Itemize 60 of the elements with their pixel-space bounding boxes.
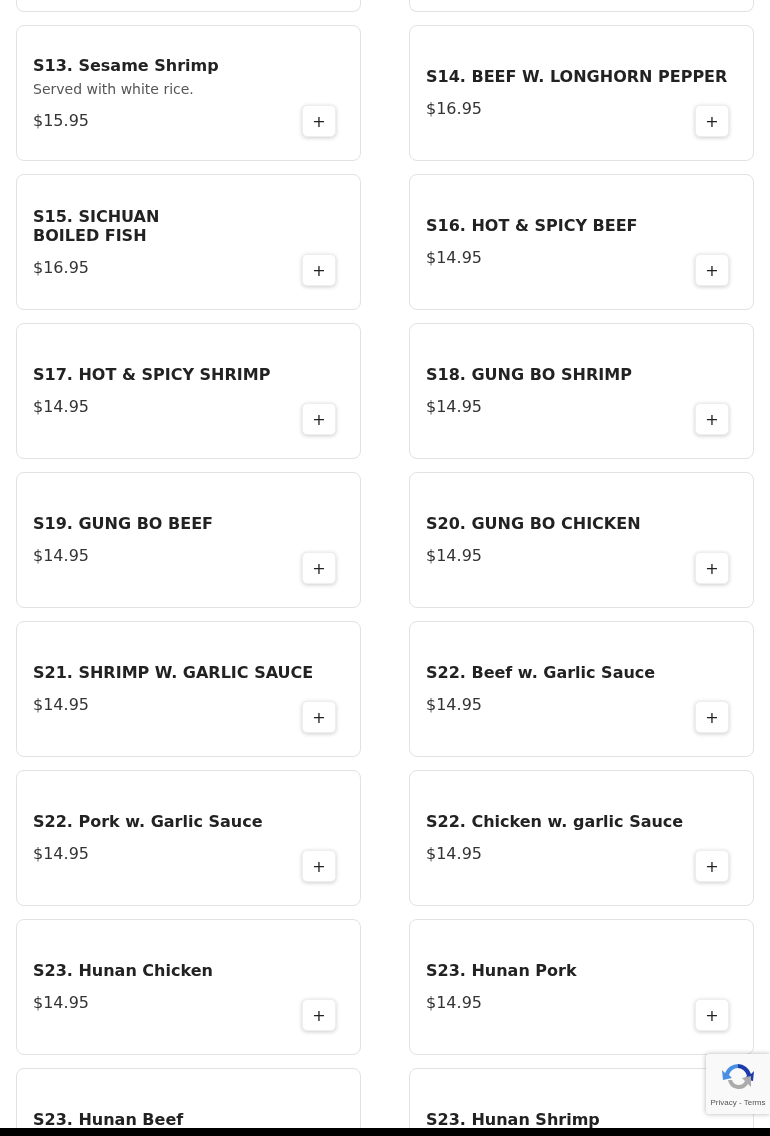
item-title: S15. SICHUAN BOILED FISH [33,206,160,245]
add-button[interactable]: + [695,850,729,882]
item-description: Served with white rice. [33,80,194,98]
add-button[interactable]: + [695,403,729,435]
menu-item-card[interactable]: S14. BEEF W. LONGHORN PEPPER $16.95 + [409,25,754,161]
item-price: $14.95 [426,993,482,1013]
item-price: $14.95 [33,397,89,417]
add-button[interactable]: + [302,701,336,733]
add-button[interactable]: + [695,105,729,137]
menu-item-card[interactable]: S23. Hunan Beef [16,1068,361,1128]
item-title: S23. Hunan Beef [33,1110,184,1128]
add-button[interactable]: + [302,254,336,286]
menu-item-card[interactable]: S22. Pork w. Garlic Sauce $14.95 + [16,770,361,906]
menu-item-card[interactable]: S22. Chicken w. garlic Sauce $14.95 + [409,770,754,906]
item-title: S22. Chicken w. garlic Sauce [426,812,684,831]
menu-item-card[interactable]: S15. SICHUAN BOILED FISH $16.95 + [16,174,361,310]
item-title: S23. Hunan Shrimp [426,1110,600,1128]
item-price: $16.95 [33,257,89,278]
add-button[interactable]: + [302,552,336,584]
item-price: $14.95 [33,993,89,1013]
item-title: S23. Hunan Chicken [33,961,213,980]
menu-item-card[interactable]: S21. SHRIMP W. GARLIC SAUCE $14.95 + [16,621,361,757]
item-price: $14.95 [33,546,89,566]
item-price: $14.95 [426,248,482,268]
menu-item-card[interactable]: S16. HOT & SPICY BEEF $14.95 + [409,174,754,310]
item-title: S22. Pork w. Garlic Sauce [33,812,263,831]
item-title: S13. Sesame Shrimp [33,55,219,75]
item-price: $16.95 [426,99,482,119]
item-price: $14.95 [426,844,482,864]
item-title: S22. Beef w. Garlic Sauce [426,663,656,682]
item-price: $14.95 [426,546,482,566]
item-title: S14. BEEF W. LONGHORN PEPPER [426,67,728,86]
item-title: S20. GUNG BO CHICKEN [426,514,641,533]
menu-item-card[interactable]: S19. GUNG BO BEEF $14.95 + [16,472,361,608]
item-title: S21. SHRIMP W. GARLIC SAUCE [33,663,314,682]
item-price: $14.95 [426,397,482,417]
menu-item-card[interactable]: S22. Beef w. Garlic Sauce $14.95 + [409,621,754,757]
menu-item-card[interactable]: S20. GUNG BO CHICKEN $14.95 + [409,472,754,608]
item-price: $15.95 [33,110,89,131]
menu-item-card[interactable]: S23. Hunan Chicken $14.95 + [16,919,361,1055]
item-price: $14.95 [33,695,89,715]
add-button[interactable]: + [695,552,729,584]
menu-item-card[interactable]: S17. HOT & SPICY SHRIMP $14.95 + [16,323,361,459]
menu-item-card[interactable]: S23. Hunan Pork $14.95 + [409,919,754,1055]
add-button[interactable]: + [695,999,729,1031]
item-title: S19. GUNG BO BEEF [33,514,213,533]
item-title: S23. Hunan Pork [426,961,577,980]
menu-item-card[interactable]: S18. GUNG BO SHRIMP $14.95 + [409,323,754,459]
item-price: $14.95 [33,844,89,864]
add-button[interactable]: + [695,254,729,286]
item-title: S16. HOT & SPICY BEEF [426,216,638,235]
add-button[interactable]: + [302,105,336,137]
add-button[interactable]: + [695,701,729,733]
add-button[interactable]: + [302,850,336,882]
item-title: S18. GUNG BO SHRIMP [426,365,632,384]
add-button[interactable]: + [302,403,336,435]
item-price: $14.95 [426,695,482,715]
add-button[interactable]: + [302,999,336,1031]
item-title: S17. HOT & SPICY SHRIMP [33,365,271,384]
menu-item-card[interactable]: S13. Sesame Shrimp Served with white rice. $15.95 + [16,25,361,161]
